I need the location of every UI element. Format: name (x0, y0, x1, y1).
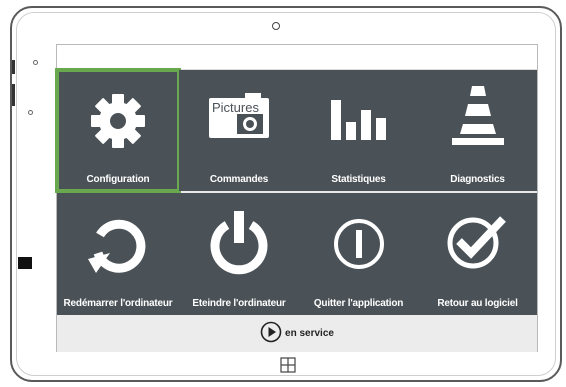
tile-redemarrer[interactable]: Redémarrer l'ordinateur (57, 193, 179, 315)
tile-label: Commandes (209, 174, 269, 185)
tile-label: Retour au logiciel (437, 298, 518, 309)
tile-statistiques[interactable]: Statistiques (299, 70, 418, 191)
tile-label: Quitter l'application (313, 298, 404, 309)
tile-commandes[interactable]: Pictures Commandes (179, 70, 299, 191)
traffic-cone-icon (450, 84, 506, 151)
tile-label: Redémarrer l'ordinateur (63, 298, 173, 309)
top-strip (57, 45, 537, 70)
side-button (12, 60, 15, 74)
tile-label: Statistiques (331, 174, 386, 185)
exit-icon (332, 217, 386, 276)
pictures-icon-text: Pictures (212, 100, 259, 115)
status-bar: en service (57, 315, 537, 352)
tile-eteindre[interactable]: Eteindre l'ordinateur (179, 193, 299, 315)
pictures-icon: Pictures (207, 92, 271, 145)
tile-label: Configuration (86, 174, 150, 185)
tile-label: Eteindre l'ordinateur (192, 298, 286, 309)
tile-quitter[interactable]: Quitter l'application (299, 193, 418, 315)
gear-icon (85, 88, 151, 159)
power-icon (207, 209, 271, 280)
tile-label: Diagnostics (450, 174, 505, 185)
tile-retour[interactable]: Retour au logiciel (418, 193, 537, 315)
tile-grid: Configuration Pictures Commandes Statist… (55, 68, 537, 315)
side-port (18, 257, 32, 269)
side-sensor-icon (33, 60, 38, 65)
side-sensor-icon (28, 110, 33, 115)
bar-chart-icon (329, 98, 389, 147)
checkmark-icon (445, 211, 511, 276)
restart-icon (86, 213, 150, 282)
app-screen: Configuration Pictures Commandes Statist… (55, 44, 538, 352)
camera-icon (272, 22, 280, 30)
side-button (12, 84, 15, 106)
tile-diagnostics[interactable]: Diagnostics (418, 70, 537, 191)
tile-configuration[interactable]: Configuration (55, 68, 181, 193)
status-text: en service (285, 328, 334, 339)
play-icon[interactable] (260, 321, 282, 346)
windows-home-icon[interactable] (280, 357, 296, 378)
